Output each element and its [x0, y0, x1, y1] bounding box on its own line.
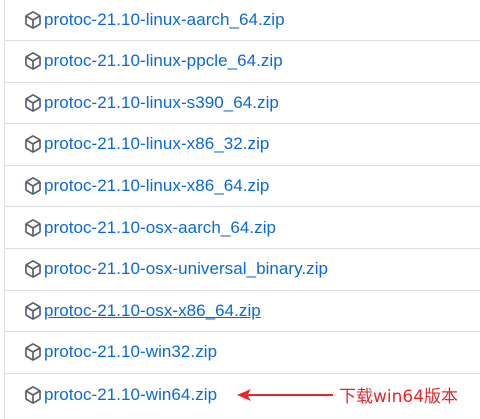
asset-download-link[interactable]: protoc-21.10-osx-aarch_64.zip [44, 218, 276, 238]
arrow-left-icon [237, 388, 333, 401]
asset-download-link[interactable]: protoc-21.10-linux-ppcle_64.zip [44, 51, 283, 71]
asset-row: protoc-21.10-linux-x86_64.zip [5, 166, 480, 208]
asset-row: protoc-21.10-linux-ppcle_64.zip [5, 41, 480, 83]
asset-row: protoc-21.10-linux-x86_32.zip [5, 124, 480, 166]
asset-download-link[interactable]: protoc-21.10-osx-x86_64.zip [44, 301, 261, 321]
asset-download-link[interactable]: protoc-21.10-linux-x86_32.zip [44, 134, 269, 154]
asset-row: protoc-21.10-linux-aarch_64.zip [5, 0, 480, 41]
asset-download-link[interactable]: protoc-21.10-win64.zip [44, 385, 217, 405]
asset-row: protoc-21.10-osx-x86_64.zip [5, 291, 480, 333]
asset-download-link[interactable]: protoc-21.10-linux-aarch_64.zip [44, 10, 285, 30]
package-icon [23, 218, 43, 238]
asset-download-link[interactable]: protoc-21.10-osx-universal_binary.zip [44, 259, 328, 279]
package-icon [23, 259, 43, 279]
asset-row: protoc-21.10-win32.zip [5, 332, 480, 374]
asset-download-link[interactable]: protoc-21.10-linux-s390_64.zip [44, 93, 279, 113]
package-icon [23, 10, 43, 30]
asset-row: protoc-21.10-osx-universal_binary.zip [5, 249, 480, 291]
package-icon [23, 385, 43, 405]
package-icon [23, 301, 43, 321]
package-icon [23, 176, 43, 196]
package-icon [23, 134, 43, 154]
package-icon [23, 51, 43, 71]
annotation-text: 下载win64版本 [339, 387, 459, 408]
asset-row: protoc-21.10-linux-s390_64.zip [5, 83, 480, 125]
asset-row: protoc-21.10-osx-aarch_64.zip [5, 207, 480, 249]
release-assets-list: protoc-21.10-linux-aarch_64.zip protoc-2… [4, 0, 480, 419]
asset-download-link[interactable]: protoc-21.10-win32.zip [44, 342, 217, 362]
download-annotation: 下载win64版本 [237, 374, 458, 416]
package-icon [23, 93, 43, 113]
package-icon [23, 342, 43, 362]
asset-download-link[interactable]: protoc-21.10-linux-x86_64.zip [44, 176, 269, 196]
asset-row: protoc-21.10-win64.zip 下载win64版本 [5, 374, 480, 416]
